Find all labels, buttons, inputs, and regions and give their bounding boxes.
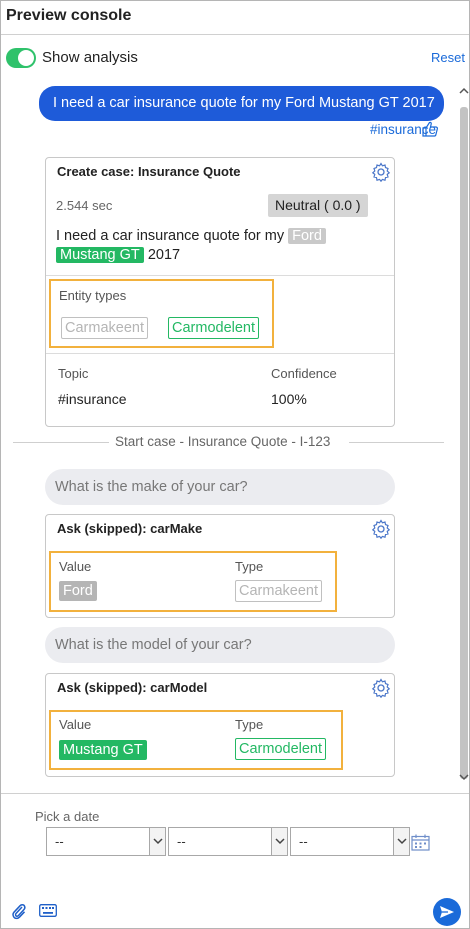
ask-card-carmodel: Ask (skipped): carModel Value Type Musta… bbox=[45, 673, 395, 777]
analysis-card-header: Create case: Insurance Quote bbox=[57, 164, 241, 179]
ask-value-highlight: Value Type Ford Carmakeent bbox=[49, 551, 337, 612]
entity-types-highlight: Entity types Carmakeent Carmodelent bbox=[49, 279, 274, 348]
pick-date-label: Pick a date bbox=[35, 809, 100, 824]
analyzed-utterance-line-1: I need a car insurance quote for my Ford bbox=[56, 226, 326, 246]
send-button[interactable] bbox=[433, 898, 461, 926]
value-chip-mustang-gt: Mustang GT bbox=[59, 740, 147, 760]
show-analysis-label: Show analysis bbox=[42, 49, 138, 66]
scrollbar-thumb[interactable] bbox=[460, 107, 468, 779]
keyboard-icon[interactable] bbox=[39, 904, 57, 920]
preview-console: Preview console Show analysis Reset I ne… bbox=[0, 0, 470, 929]
type-label: Type bbox=[235, 559, 264, 574]
ask-card-carmake: Ask (skipped): carMake Value Type Ford C… bbox=[45, 514, 395, 618]
ask-card-header: Ask (skipped): carMake bbox=[57, 521, 203, 536]
entity-chip-carmakeent: Carmakeent bbox=[61, 317, 148, 339]
title-divider bbox=[1, 34, 469, 35]
composer-divider bbox=[1, 793, 469, 794]
reset-link[interactable]: Reset bbox=[431, 50, 465, 65]
divider-left bbox=[13, 442, 109, 443]
chevron-down-icon[interactable] bbox=[393, 828, 409, 855]
entity-types-label: Entity types bbox=[59, 288, 127, 303]
ask-card-header: Ask (skipped): carModel bbox=[57, 680, 208, 695]
sentiment-badge: Neutral ( 0.0 ) bbox=[268, 194, 368, 217]
nlp-analysis-card: Create case: Insurance Quote 2.544 sec N… bbox=[45, 157, 395, 427]
chat-scrollbar[interactable] bbox=[457, 87, 470, 784]
divider-right bbox=[349, 442, 444, 443]
analyzed-utterance-line-2: Mustang GT 2017 bbox=[56, 245, 180, 265]
type-chip-carmakeent: Carmakeent bbox=[235, 580, 322, 602]
user-message-bubble: I need a car insurance quote for my Ford… bbox=[39, 86, 444, 121]
start-case-label: Start case - Insurance Quote - I-123 bbox=[115, 434, 331, 449]
show-analysis-toggle[interactable] bbox=[6, 48, 36, 68]
chevron-down-icon[interactable] bbox=[271, 828, 287, 855]
card-divider bbox=[46, 275, 394, 276]
gear-icon[interactable] bbox=[371, 678, 391, 699]
type-label: Type bbox=[235, 717, 264, 732]
paperclip-icon[interactable] bbox=[11, 902, 27, 923]
date-select-1[interactable]: -- bbox=[46, 827, 166, 856]
date-select-2[interactable]: -- bbox=[168, 827, 288, 856]
send-icon bbox=[440, 906, 454, 918]
chevron-down-icon[interactable] bbox=[149, 828, 165, 855]
date-select-3[interactable]: -- bbox=[290, 827, 410, 856]
scroll-up-icon[interactable] bbox=[459, 87, 469, 97]
response-time: 2.544 sec bbox=[56, 198, 113, 213]
topic-label: Topic bbox=[58, 366, 89, 381]
calendar-icon[interactable] bbox=[411, 834, 430, 854]
utterance-text-end: 2017 bbox=[147, 247, 181, 263]
bot-question-make: What is the make of your car? bbox=[45, 469, 395, 505]
page-title: Preview console bbox=[6, 7, 132, 24]
utterance-text: I need a car insurance quote for my bbox=[56, 228, 285, 244]
value-label: Value bbox=[59, 559, 92, 574]
type-chip-carmodelent: Carmodelent bbox=[235, 738, 327, 760]
bot-question-model: What is the model of your car? bbox=[45, 627, 395, 663]
value-chip-ford: Ford bbox=[59, 581, 97, 601]
entity-chip-carmodelent: Carmodelent bbox=[168, 317, 260, 339]
confidence-label: Confidence bbox=[271, 366, 337, 381]
ask-value-highlight: Value Type Mustang GT Carmodelent bbox=[49, 710, 343, 770]
date-select-2-value: -- bbox=[177, 834, 186, 849]
entity-highlight-make: Ford bbox=[288, 228, 326, 244]
gear-icon[interactable] bbox=[371, 162, 391, 183]
date-select-3-value: -- bbox=[299, 834, 308, 849]
value-label: Value bbox=[59, 717, 92, 732]
card-divider bbox=[46, 353, 394, 354]
thumbs-up-icon[interactable] bbox=[421, 120, 439, 138]
topic-value: #insurance bbox=[58, 391, 127, 407]
entity-highlight-model: Mustang GT bbox=[56, 247, 144, 263]
gear-icon[interactable] bbox=[371, 519, 391, 540]
date-select-1-value: -- bbox=[55, 834, 64, 849]
toggle-knob bbox=[18, 50, 34, 66]
confidence-value: 100% bbox=[271, 391, 307, 407]
scroll-down-icon[interactable] bbox=[459, 773, 469, 783]
